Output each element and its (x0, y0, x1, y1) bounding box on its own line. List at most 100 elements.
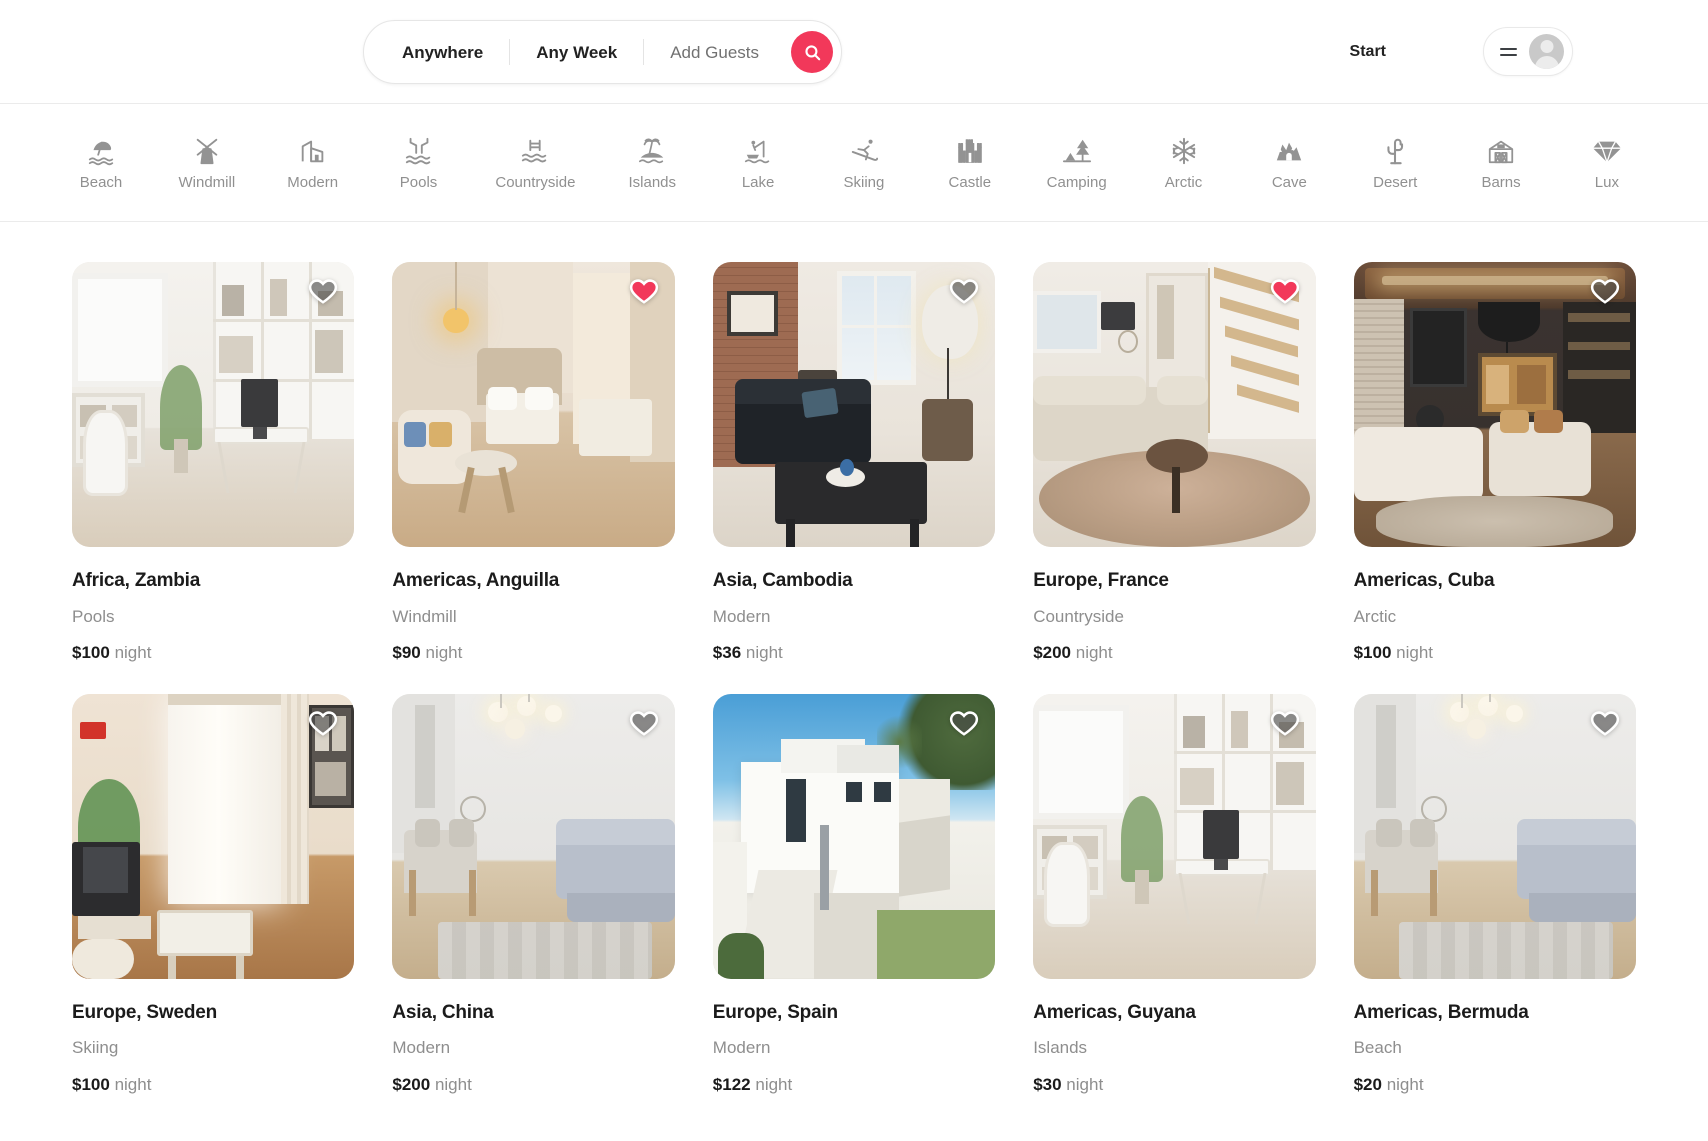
listing-price-unit: night (1075, 643, 1113, 663)
category-windmill[interactable]: Windmill (178, 136, 236, 190)
listing-price-unit: night (755, 1074, 793, 1094)
category-modern[interactable]: Modern (284, 136, 342, 190)
windmill-icon (192, 136, 222, 166)
listing-category: Pools (72, 606, 115, 626)
listing-price: $30 night (1033, 1075, 1315, 1095)
listing-price-amount: $100 (72, 643, 110, 663)
listing-price-unit: night (1396, 643, 1434, 663)
listing-card[interactable]: Europe, France Countryside $200 night (1033, 262, 1316, 664)
listing-price-amount: $36 (712, 643, 742, 663)
category-desert[interactable]: Desert (1366, 136, 1424, 190)
listing-category: Skiing (72, 1038, 119, 1058)
listing-photo[interactable] (72, 262, 355, 547)
listing-photo[interactable] (1033, 693, 1316, 979)
listing-category: Arctic (1353, 606, 1397, 626)
listing-photo[interactable] (1033, 262, 1316, 547)
category-cave[interactable]: Cave (1260, 136, 1318, 190)
search-dates-button[interactable]: Any Week (510, 44, 643, 61)
camping-tent-icon (1062, 136, 1092, 166)
heart-outline-icon[interactable] (949, 276, 979, 306)
listing-price: $20 night (1354, 1075, 1636, 1095)
listing-price-unit: night (114, 1074, 152, 1094)
listing-photo[interactable] (72, 693, 355, 979)
listing-price: $36 night (713, 643, 995, 663)
category-skiing[interactable]: Skiing (835, 136, 893, 190)
listing-card[interactable]: Americas, Anguilla Windmill $90 night (392, 262, 675, 664)
beach-umbrella-icon (86, 136, 116, 166)
search-bar[interactable]: Anywhere Any Week Add Guests (363, 20, 843, 84)
heart-outline-icon[interactable] (949, 708, 979, 738)
listing-price-amount: $90 (392, 643, 421, 663)
category-beach[interactable]: Beach (72, 136, 130, 190)
listing-card[interactable]: Americas, Guyana Islands $30 night (1033, 693, 1316, 1096)
category-barns[interactable]: Barns (1472, 136, 1530, 190)
user-menu-button[interactable] (1483, 27, 1573, 76)
listing-card[interactable]: Asia, China Modern $200 night (392, 693, 675, 1096)
heart-outline-icon[interactable] (308, 708, 338, 738)
listing-price-unit: night (1386, 1074, 1424, 1094)
category-label: Cave (1271, 173, 1307, 191)
listing-price: $200 night (1033, 643, 1315, 663)
listing-photo[interactable] (392, 262, 675, 547)
category-label: Skiing (843, 173, 885, 191)
category-camping[interactable]: Camping (1047, 136, 1107, 190)
modern-building-icon (298, 136, 328, 166)
listing-title: Asia, Cambodia (712, 570, 853, 591)
heart-outline-icon[interactable] (629, 708, 659, 738)
listing-photo[interactable] (1353, 262, 1636, 547)
search-submit-button[interactable] (791, 31, 834, 73)
listing-price-amount: $122 (712, 1074, 751, 1094)
category-countryside[interactable]: Countryside (495, 136, 575, 190)
hamburger-icon (1500, 47, 1517, 56)
user-avatar-icon (1529, 34, 1564, 69)
listing-title: Americas, Cuba (1353, 570, 1495, 591)
category-lake[interactable]: Lake (729, 136, 787, 190)
heart-outline-icon[interactable] (1590, 276, 1620, 306)
category-pools[interactable]: Pools (390, 136, 448, 190)
listing-price-amount: $200 (392, 1074, 431, 1094)
heart-outline-icon[interactable] (1270, 708, 1300, 738)
search-guests-button[interactable]: Add Guests (644, 44, 785, 61)
listing-title: Americas, Anguilla (392, 570, 560, 591)
category-lux[interactable]: Lux (1578, 136, 1636, 190)
listing-photo[interactable] (1353, 693, 1636, 979)
category-arctic[interactable]: Arctic (1155, 136, 1213, 190)
listing-photo[interactable] (712, 693, 996, 979)
listing-grid: Africa, Zambia Pools $100 night Americas… (0, 222, 1708, 1095)
castle-icon (955, 136, 985, 166)
listing-title: Americas, Guyana (1033, 1001, 1196, 1023)
listing-card[interactable]: Asia, Cambodia Modern $36 night (712, 262, 996, 664)
listing-card[interactable]: Americas, Bermuda Beach $20 night (1353, 693, 1636, 1096)
listing-title: Asia, China (392, 1001, 494, 1023)
listing-photo[interactable] (392, 693, 675, 979)
listing-photo[interactable] (712, 262, 996, 547)
listing-price: $100 night (72, 643, 354, 663)
heart-outline-icon[interactable] (1590, 708, 1620, 738)
listing-price: $122 night (713, 1075, 995, 1095)
category-filter-bar: Beach Windmill Modern Pools Countryside … (0, 104, 1708, 222)
category-islands[interactable]: Islands (623, 136, 681, 190)
listing-card[interactable]: Europe, Spain Modern $122 night (712, 693, 996, 1096)
listing-card[interactable]: Africa, Zambia Pools $100 night (72, 262, 355, 664)
search-location-button[interactable]: Anywhere (376, 44, 509, 61)
heart-filled-icon[interactable] (629, 276, 659, 306)
category-label: Camping (1046, 173, 1107, 191)
listing-price-amount: $100 (72, 1074, 110, 1094)
category-label: Desert (1373, 173, 1418, 191)
listing-card[interactable]: Americas, Cuba Arctic $100 night (1353, 262, 1636, 664)
category-castle[interactable]: Castle (941, 136, 999, 190)
heart-outline-icon[interactable] (308, 276, 338, 306)
listing-price-amount: $100 (1353, 643, 1392, 663)
skiing-icon (849, 136, 879, 166)
category-label: Countryside (495, 173, 576, 191)
listing-title: Africa, Zambia (72, 570, 201, 591)
heart-filled-icon[interactable] (1270, 276, 1300, 306)
listing-price-unit: night (425, 643, 463, 663)
category-label: Windmill (178, 173, 236, 191)
listing-card[interactable]: Europe, Sweden Skiing $100 night (72, 693, 355, 1096)
start-hosting-link[interactable]: Start (1350, 43, 1386, 61)
listing-category: Windmill (392, 606, 457, 626)
category-label: Pools (399, 173, 438, 191)
listing-category: Modern (712, 1038, 771, 1058)
listing-price: $100 night (72, 1075, 354, 1095)
